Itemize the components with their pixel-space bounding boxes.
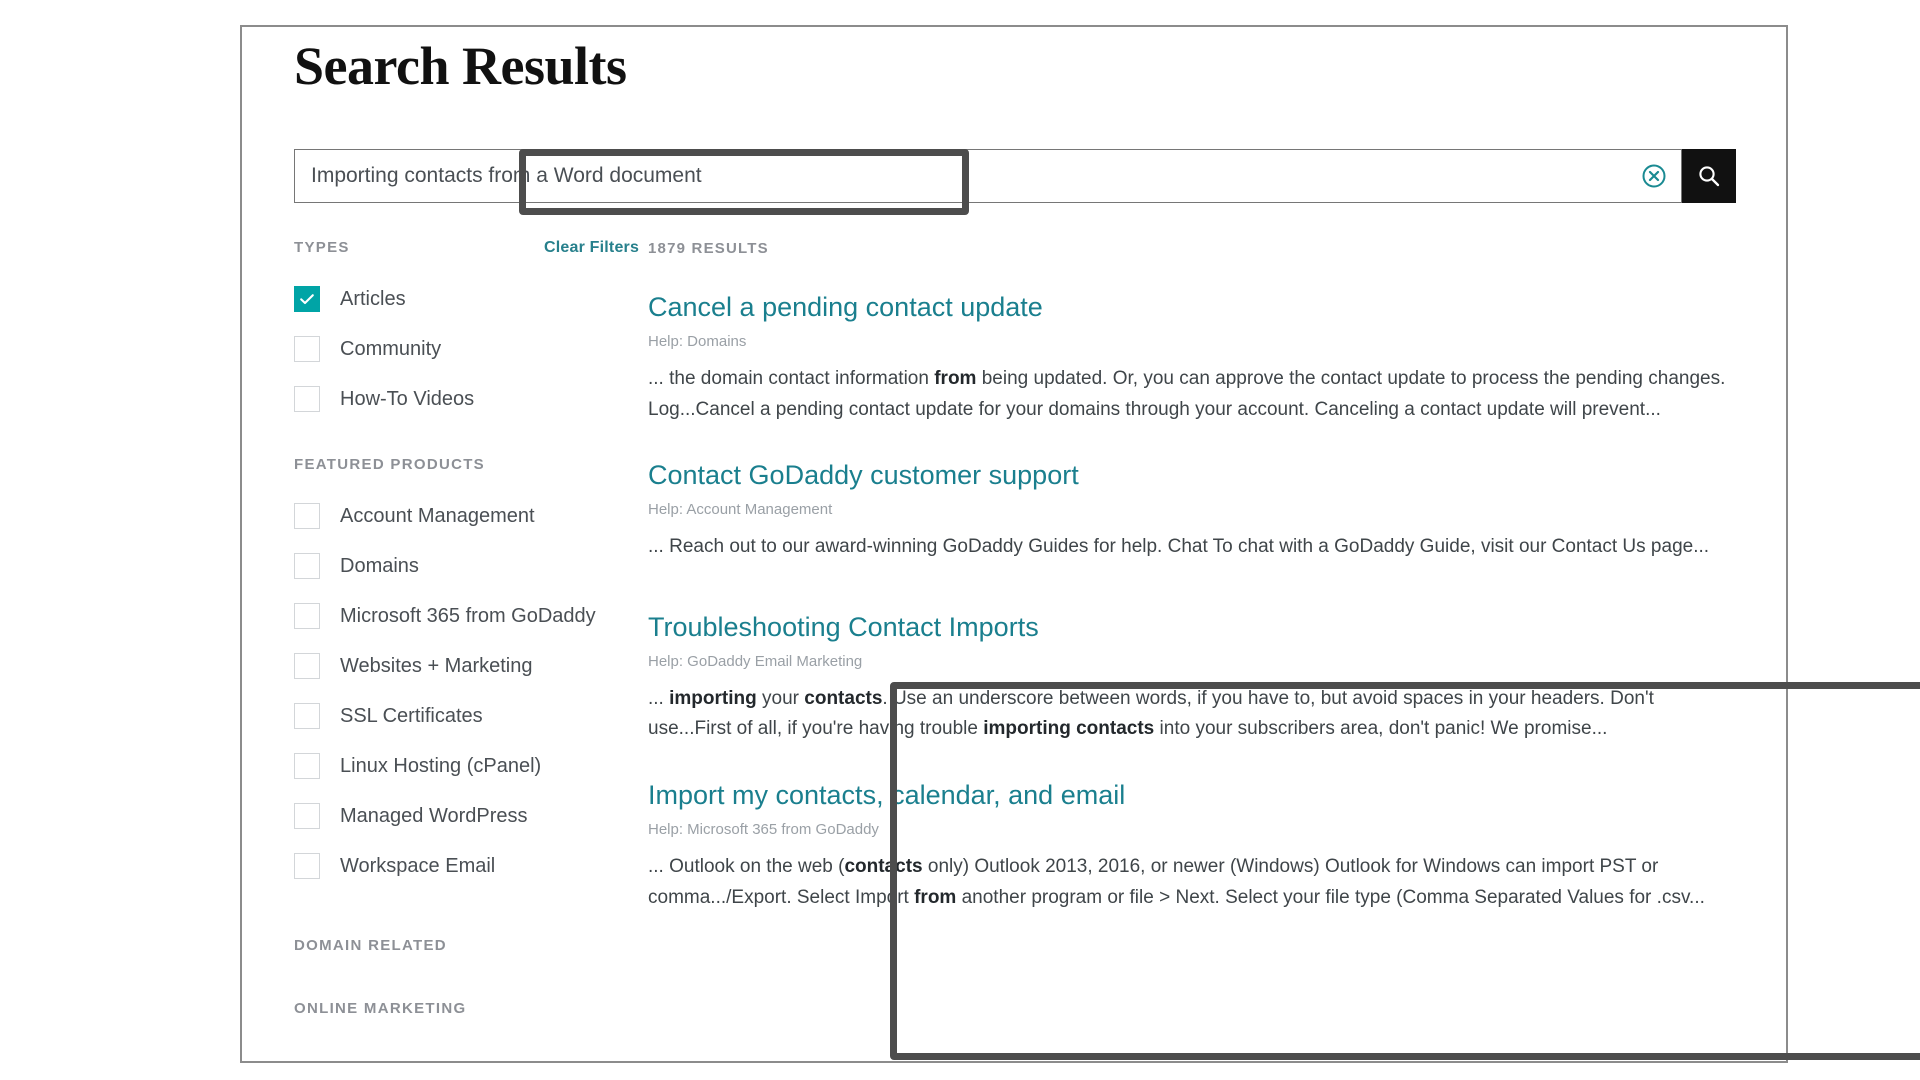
facet-label: Domains — [340, 554, 419, 577]
results-count: 1879 RESULTS — [648, 240, 769, 257]
facet-item-articles[interactable]: Articles — [294, 274, 624, 324]
circle-x-icon[interactable] — [1641, 163, 1667, 189]
checkbox-microsoft-365[interactable] — [294, 603, 320, 629]
check-icon — [300, 294, 314, 305]
checkbox-domains[interactable] — [294, 553, 320, 579]
result-breadcrumb: Help: GoDaddy Email Marketing — [648, 652, 863, 670]
facet-header-online-marketing[interactable]: ONLINE MARKETING — [294, 1000, 624, 1017]
facet-label: Community — [340, 337, 442, 360]
facet-label: SSL Certificates — [340, 704, 483, 727]
result-snippet: ... importing your contacts. Use an unde… — [648, 687, 1654, 740]
facet-label: Account Management — [340, 504, 535, 527]
facet-item-workspace-email[interactable]: Workspace Email — [294, 841, 624, 891]
result-title-link[interactable]: Contact GoDaddy customer support — [648, 459, 1728, 493]
result-title-link[interactable]: Import my contacts, calendar, and email — [648, 779, 1728, 813]
result-item: Contact GoDaddy customer support Help: A… — [648, 459, 1728, 563]
page-title: Search Results — [294, 36, 627, 96]
checkbox-community[interactable] — [294, 336, 320, 362]
facet-label: How-To Videos — [340, 387, 475, 410]
facet-header-featured-products: FEATURED PRODUCTS — [294, 456, 485, 473]
facet-label: Websites + Marketing — [340, 654, 533, 677]
facet-group-featured-products: FEATURED PRODUCTS Account Management Dom… — [294, 456, 624, 891]
facet-label: Microsoft 365 from GoDaddy — [340, 604, 596, 627]
search-bar — [294, 149, 1736, 203]
facet-label: Managed WordPress — [340, 804, 528, 827]
result-title-link[interactable]: Cancel a pending contact update — [648, 291, 1728, 325]
facet-item-community[interactable]: Community — [294, 324, 624, 374]
result-breadcrumb: Help: Account Management — [648, 501, 833, 519]
checkbox-account-management[interactable] — [294, 503, 320, 529]
checkbox-linux-hosting[interactable] — [294, 753, 320, 779]
checkbox-articles[interactable] — [294, 286, 320, 312]
facet-item-managed-wordpress[interactable]: Managed WordPress — [294, 791, 624, 841]
filters-sidebar: TYPES Articles Community How-To Videos F… — [294, 239, 624, 1017]
facet-label: Linux Hosting (cPanel) — [340, 754, 542, 777]
highlighted-results-group: Troubleshooting Contact Imports Help: Go… — [648, 597, 1728, 914]
checkbox-ssl-certificates[interactable] — [294, 703, 320, 729]
results-toolbar: Clear Filters 1879 RESULTS — [544, 239, 1724, 267]
checkbox-how-to-videos[interactable] — [294, 386, 320, 412]
facet-label: Workspace Email — [340, 854, 496, 877]
checkbox-managed-wordpress[interactable] — [294, 803, 320, 829]
facet-item-linux-hosting[interactable]: Linux Hosting (cPanel) — [294, 741, 624, 791]
result-item: Import my contacts, calendar, and email … — [648, 779, 1728, 913]
checkbox-websites-marketing[interactable] — [294, 653, 320, 679]
facet-item-domains[interactable]: Domains — [294, 541, 624, 591]
facet-item-microsoft-365[interactable]: Microsoft 365 from GoDaddy — [294, 591, 624, 641]
result-item: Cancel a pending contact update Help: Do… — [648, 291, 1728, 425]
results-column: Clear Filters 1879 RESULTS Cancel a pend… — [544, 239, 1725, 908]
facet-item-account-management[interactable]: Account Management — [294, 491, 624, 541]
search-submit-button[interactable] — [1682, 149, 1736, 203]
facet-label: Articles — [340, 287, 406, 310]
facet-item-ssl-certificates[interactable]: SSL Certificates — [294, 691, 624, 741]
result-breadcrumb: Help: Domains — [648, 332, 747, 350]
facet-header-domain-related[interactable]: DOMAIN RELATED — [294, 937, 624, 954]
clear-filters-link[interactable]: Clear Filters — [544, 239, 639, 257]
result-snippet: ... Outlook on the web (contacts only) O… — [648, 855, 1705, 908]
facet-item-how-to-videos[interactable]: How-To Videos — [294, 374, 624, 424]
facet-group-types: TYPES Articles Community How-To Videos — [294, 239, 624, 424]
facet-item-websites-marketing[interactable]: Websites + Marketing — [294, 641, 624, 691]
search-results-page: Search Results TYPES — [240, 25, 1920, 1063]
result-title-link[interactable]: Troubleshooting Contact Imports — [648, 611, 1728, 645]
result-breadcrumb: Help: Microsoft 365 from GoDaddy — [648, 820, 879, 838]
results-list: Cancel a pending contact update Help: Do… — [648, 291, 1728, 947]
result-item: Troubleshooting Contact Imports Help: Go… — [648, 611, 1728, 745]
result-snippet: ... the domain contact information from … — [648, 367, 1726, 420]
checkbox-workspace-email[interactable] — [294, 853, 320, 879]
search-input[interactable] — [295, 150, 1615, 202]
result-snippet: ... Reach out to our award-winning GoDad… — [648, 536, 1710, 558]
search-input-container[interactable] — [294, 149, 1682, 203]
search-icon — [1699, 166, 1720, 187]
